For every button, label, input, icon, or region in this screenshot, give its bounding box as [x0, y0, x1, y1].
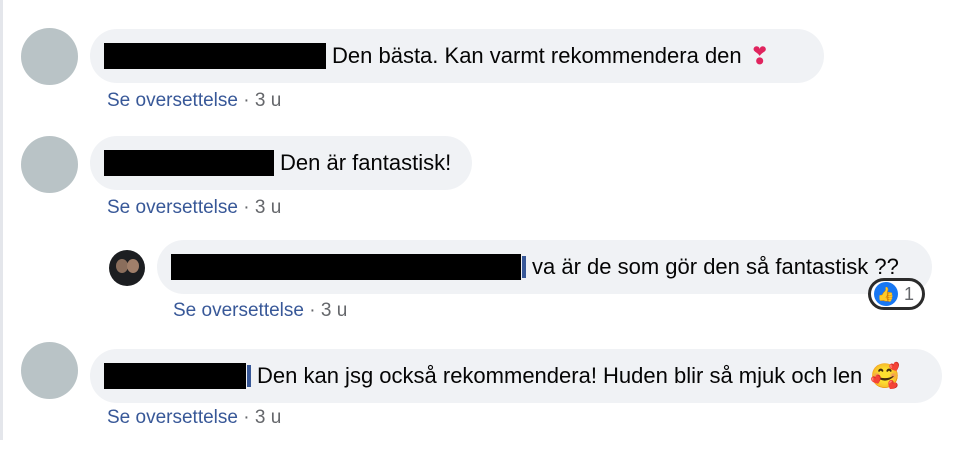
redacted-author-name[interactable]	[104, 43, 326, 69]
avatar[interactable]	[21, 342, 78, 399]
see-translation-link[interactable]: Se oversettelse	[107, 90, 238, 111]
mention-fragment	[247, 365, 251, 387]
thread-line	[0, 0, 3, 440]
comment-text: Den bästa. Kan varmt rekommendera den	[332, 43, 742, 68]
comment-text: Den kan jsg också rekommendera! Huden bl…	[257, 363, 863, 388]
timestamp[interactable]: 3 u	[321, 300, 347, 321]
smiling-face-with-hearts-emoji: 🥰	[870, 362, 901, 390]
comment-bubble: Den kan jsg också rekommendera! Huden bl…	[90, 349, 942, 403]
comment-text: va är de som gör den så fantastisk ??	[532, 254, 899, 279]
avatar[interactable]	[21, 28, 78, 85]
see-translation-link[interactable]: Se oversettelse	[107, 197, 238, 218]
comment-meta: Se oversettelse · 3 u	[107, 407, 282, 428]
comment-bubble: Den är fantastisk!	[90, 136, 472, 190]
mention-fragment	[522, 256, 526, 278]
comment-meta: Se oversettelse · 3 u	[107, 90, 282, 111]
comment-meta: Se oversettelse · 3 u	[173, 300, 348, 321]
timestamp[interactable]: 3 u	[255, 407, 281, 428]
redacted-author-name[interactable]	[104, 363, 246, 389]
reaction-count-badge[interactable]: 👍 1	[868, 278, 926, 310]
see-translation-link[interactable]: Se oversettelse	[173, 300, 304, 321]
reply-avatar[interactable]	[109, 250, 145, 286]
see-translation-link[interactable]: Se oversettelse	[107, 407, 238, 428]
redacted-author-name[interactable]	[104, 150, 274, 176]
reaction-count: 1	[904, 283, 915, 304]
comment-bubble: Den bästa. Kan varmt rekommendera den ❣	[90, 29, 824, 83]
comment-text: Den är fantastisk!	[280, 150, 452, 175]
thumbs-up-icon: 👍	[874, 282, 898, 306]
avatar[interactable]	[21, 136, 78, 193]
redacted-author-name[interactable]	[171, 254, 521, 280]
timestamp[interactable]: 3 u	[255, 90, 281, 111]
comment-meta: Se oversettelse · 3 u	[107, 197, 282, 218]
heart-exclamation-emoji: ❣	[749, 42, 770, 70]
reply-bubble: va är de som gör den så fantastisk ??	[157, 240, 932, 294]
timestamp[interactable]: 3 u	[255, 197, 281, 218]
